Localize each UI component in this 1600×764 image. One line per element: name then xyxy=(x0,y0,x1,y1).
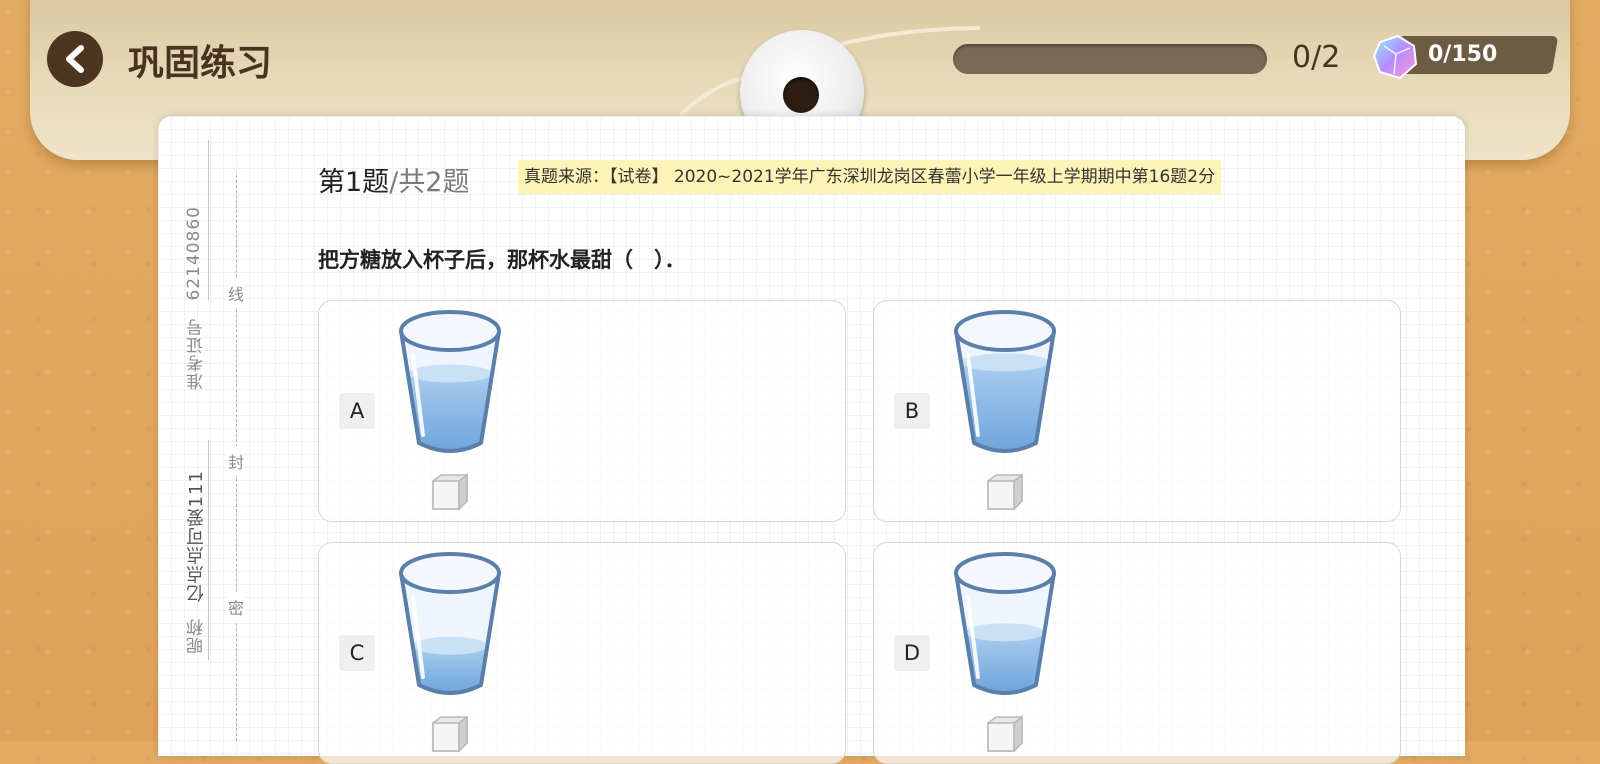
chevron-left-icon xyxy=(66,45,84,73)
sugar-cube-icon xyxy=(987,473,1023,511)
glass-with-sugar-cube-image xyxy=(399,552,501,753)
back-button[interactable] xyxy=(47,31,103,87)
option-c[interactable]: C xyxy=(318,542,846,764)
sugar-cube-icon xyxy=(432,715,468,753)
exam-id-label: 准考证号 xyxy=(187,318,207,390)
question-number: 第1题/共2题 xyxy=(318,160,469,199)
progress-bar xyxy=(953,44,1267,74)
exam-id-value: 62140860 xyxy=(184,206,204,301)
question-total: /共2题 xyxy=(389,167,470,198)
option-d[interactable]: D xyxy=(873,542,1401,764)
seal-mark-line: 线 xyxy=(228,278,245,308)
glass-with-sugar-cube-image xyxy=(954,552,1056,753)
option-label: C xyxy=(339,635,375,671)
binding-solid-line xyxy=(208,140,209,300)
option-label: A xyxy=(339,393,375,429)
page-title: 巩固练习 xyxy=(128,43,273,84)
option-a[interactable]: A xyxy=(318,300,846,522)
nickname-value: 亿点点可爱111 xyxy=(186,470,207,603)
glass-with-sugar-cube-image xyxy=(954,310,1056,511)
sugar-cube-icon xyxy=(987,715,1023,753)
seal-mark-secret: 密 xyxy=(228,592,245,622)
seal-mark-seal: 封 xyxy=(228,446,245,476)
option-label: D xyxy=(894,635,930,671)
option-b[interactable]: B xyxy=(873,300,1401,522)
sugar-cube-icon xyxy=(432,473,468,511)
nickname-label: 昵称 xyxy=(187,618,207,654)
option-label: B xyxy=(894,393,930,429)
progress-count: 0/2 xyxy=(1292,40,1341,75)
glass-with-sugar-cube-image xyxy=(399,310,501,511)
question-source: 真题来源：【试卷】 2020~2021学年广东深圳龙岗区春蕾小学一年级上学期期中… xyxy=(518,160,1222,194)
question-index: 第1题 xyxy=(318,167,390,198)
question-text: 把方糖放入杯子后，那杯水最甜（ ）． xyxy=(318,248,686,272)
clip-hole xyxy=(783,77,819,113)
score-text: 0/150 xyxy=(1428,42,1498,67)
gem-icon xyxy=(1372,34,1418,80)
